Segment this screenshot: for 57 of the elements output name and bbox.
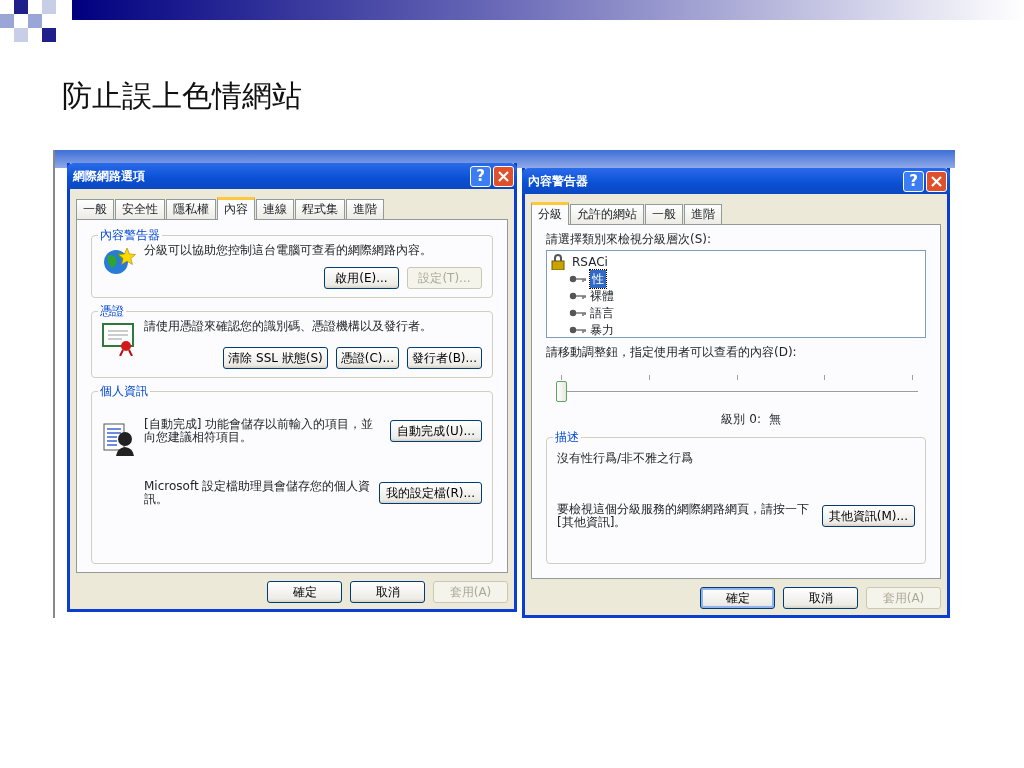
slide-title: 防止誤上色情網站 [62,78,302,114]
close-icon [498,170,509,182]
description-text: 沒有性行爲/非不雅之行爲 [557,452,695,465]
dialog-button[interactable]: 自動完成(U)... [390,420,482,442]
tab[interactable]: 安全性 [115,199,165,219]
dialog-button[interactable]: 取消 [350,581,425,603]
close-button[interactable] [493,165,514,187]
tab[interactable]: 內容 [217,197,255,220]
group-title: 個人資訊 [99,384,149,398]
tab[interactable]: 進階 [346,199,384,219]
window-title: 網際網路選項 [73,168,146,185]
dialog-button[interactable]: 啟用(E)... [324,267,399,289]
slider-track[interactable] [556,375,918,405]
group-title: 描述 [554,430,580,444]
dialog-button[interactable]: 確定 [700,587,775,609]
close-icon [931,175,942,187]
key-icon [569,308,587,317]
tree-item[interactable]: 性 [590,269,606,288]
dialog-button[interactable]: 取消 [783,587,858,609]
description-text: [自動完成] 功能會儲存以前輸入的項目，並向您建議相符項目。 [144,418,375,444]
slider-thumb[interactable] [556,381,567,402]
help-button[interactable]: ? [903,170,924,192]
dialog-button[interactable]: 發行者(B)... [406,347,482,369]
group-title: 內容警告器 [99,228,161,242]
certificate-icon [102,320,136,356]
key-icon [569,291,587,300]
tree-item[interactable]: RSACi [572,252,608,271]
description-text: Microsoft 設定檔助理員會儲存您的個人資訊。 [144,480,371,506]
tree-item[interactable]: 裸體 [590,286,614,305]
description-text: 要檢視這個分級服務的網際網路網頁，請按一下 [其他資訊]。 [557,503,810,529]
tab[interactable]: 隱私權 [166,199,216,219]
tab[interactable]: 一般 [645,204,683,224]
dialog-button[interactable]: 我的設定檔(R)... [378,482,482,504]
dialog-button[interactable]: 確定 [267,581,342,603]
dialog-button[interactable]: 清除 SSL 狀態(S) [223,347,328,369]
description-text: 分級可以協助您控制這台電腦可查看的網際網路內容。 [144,244,433,257]
tab[interactable]: 進階 [684,204,722,224]
tree-item[interactable]: 語言 [590,303,614,322]
tab[interactable]: 允許的網站 [570,204,644,224]
document-person-icon [102,420,136,456]
close-button[interactable] [926,170,947,192]
tab[interactable]: 一般 [76,199,114,219]
dialog-button[interactable]: 其他資訊(M)... [821,505,915,527]
field-label: 請移動調整鈕，指定使用者可以查看的內容(D): [546,346,798,359]
key-icon [569,274,587,283]
key-icon [569,325,587,334]
level-text: 級別 0: 無 [720,413,782,426]
tab[interactable]: 分級 [531,202,569,225]
help-button[interactable]: ? [470,165,491,187]
window-title: 內容警告器 [528,173,589,190]
tab[interactable]: 程式集 [295,199,345,219]
tree-item[interactable]: 暴力 [590,320,614,339]
tab[interactable]: 連線 [256,199,294,219]
field-label: 請選擇類別來檢視分級層次(S): [546,233,713,246]
description-text: 請使用憑證來確認您的識別碼、憑證機構以及發行者。 [144,320,433,333]
dialog-button[interactable]: 憑證(C)... [335,347,399,369]
group-title: 憑證 [99,304,125,318]
